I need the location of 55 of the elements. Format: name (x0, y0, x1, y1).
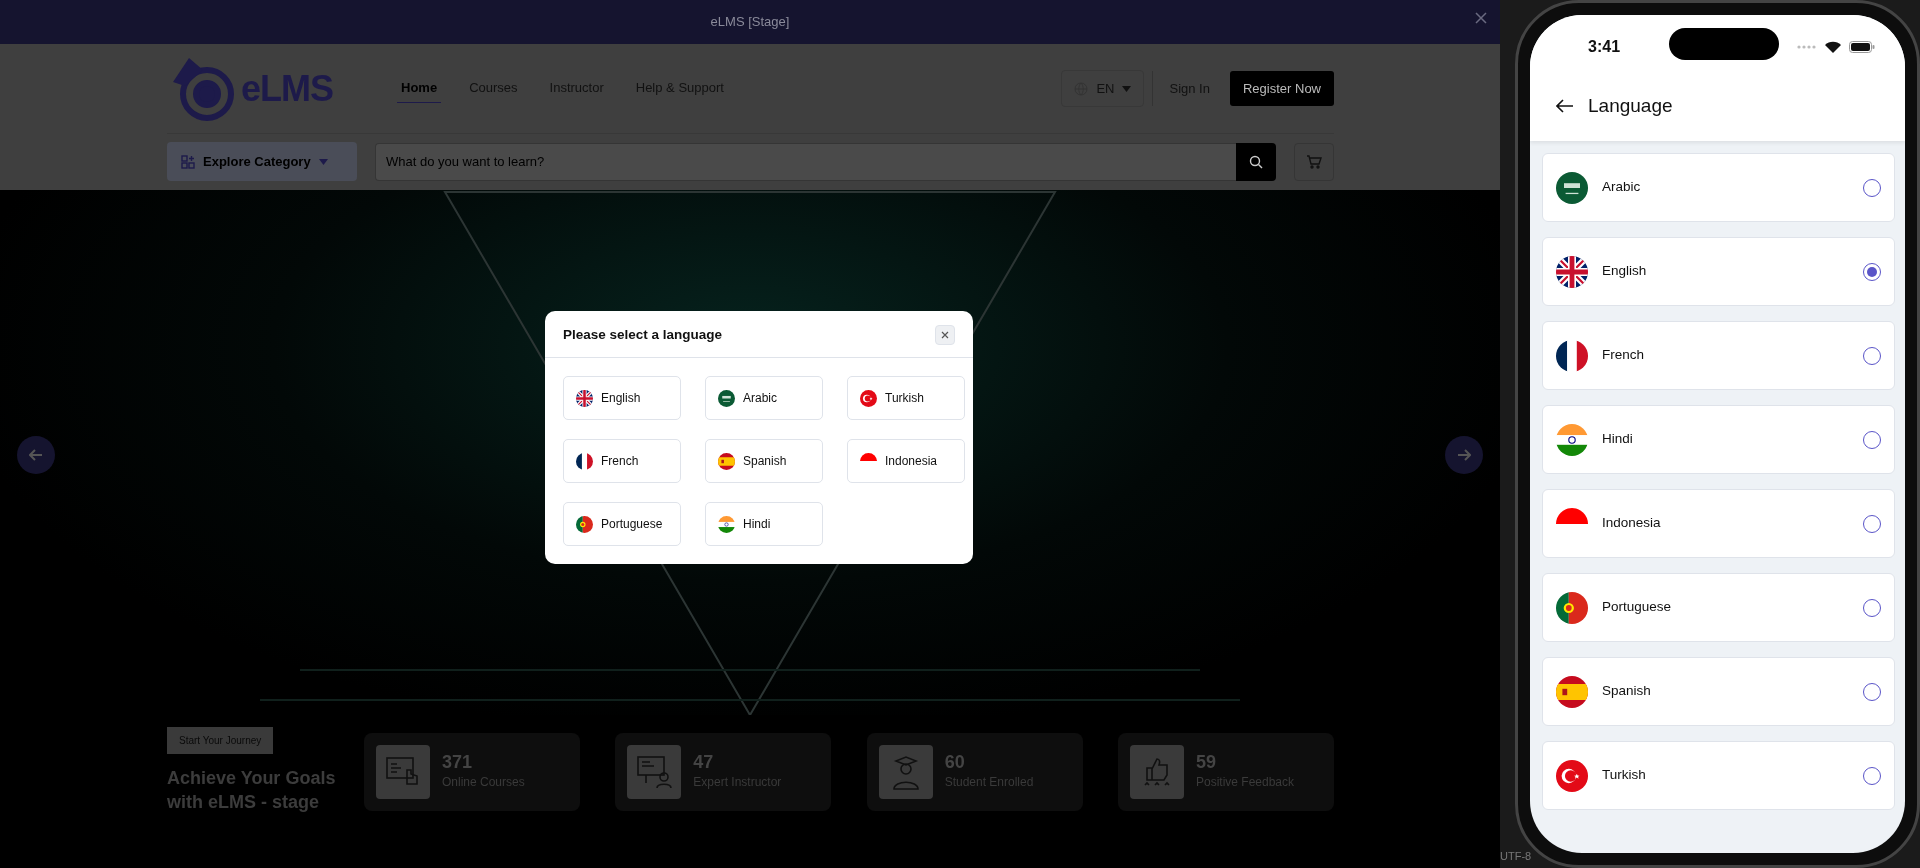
language-option[interactable]: Arabic (1542, 153, 1895, 222)
section-heading: Achieve Your Goals with eLMS - stage (167, 767, 337, 815)
grid-icon (181, 154, 195, 169)
language-option[interactable]: English (1542, 237, 1895, 306)
language-option[interactable]: Spanish (705, 439, 823, 484)
half-circle-flag-icon (860, 452, 877, 462)
language-option[interactable]: English (563, 376, 681, 421)
language-option[interactable]: Arabic (705, 376, 823, 421)
tricolor-flag-icon (576, 452, 593, 470)
language-option[interactable]: French (563, 439, 681, 484)
register-button[interactable]: Register Now (1229, 70, 1334, 107)
close-icon (1474, 11, 1488, 25)
language-option[interactable]: Indonesia (847, 439, 965, 484)
language-option[interactable]: Hindi (1542, 405, 1895, 474)
language-option[interactable]: Portuguese (1542, 573, 1895, 642)
language-option[interactable]: French (1542, 321, 1895, 390)
arrow-right-icon (1457, 448, 1471, 462)
language-option[interactable]: Indonesia (1542, 489, 1895, 558)
signal-dots-icon (1797, 45, 1817, 49)
crescent-star-flag-icon (860, 389, 877, 407)
crescent-star-flag-icon (1556, 759, 1588, 792)
search-field[interactable]: What do you want to learn? (375, 142, 1236, 181)
cart-icon (1306, 153, 1322, 170)
language-option[interactable]: Turkish (1542, 741, 1895, 810)
flag-icon (1556, 591, 1588, 624)
tricolor-flag-icon (718, 515, 735, 533)
back-arrow-icon[interactable] (1556, 99, 1574, 113)
battery-icon (1849, 41, 1875, 53)
flag-icon (1556, 171, 1588, 204)
union-jack-flag-icon (576, 389, 593, 407)
tricolor-flag-icon (1556, 423, 1588, 456)
tricolor-flag-icon (1556, 339, 1588, 372)
flag-icon (718, 389, 735, 407)
flag-icon (576, 515, 593, 533)
striped-flag-icon (1556, 675, 1588, 708)
close-button[interactable] (1474, 11, 1488, 25)
close-icon (941, 331, 949, 340)
arrow-left-icon (29, 448, 43, 462)
language-option[interactable]: Hindi (705, 502, 823, 547)
search-icon (1249, 154, 1263, 169)
encoding-label: UTF-8 (1500, 848, 1532, 864)
caret-icon (1122, 85, 1132, 92)
wifi-icon (1825, 41, 1841, 53)
language-option[interactable]: Spanish (1542, 657, 1895, 726)
language-option[interactable]: Turkish (847, 376, 965, 421)
banner-title: eLMS [Stage] (710, 13, 790, 32)
union-jack-flag-icon (1556, 255, 1588, 288)
caret-icon (318, 158, 328, 165)
status-time: 3:41 (1588, 37, 1621, 57)
search-button[interactable] (1236, 142, 1276, 181)
language-option[interactable]: Portuguese (563, 502, 681, 547)
half-circle-flag-icon (1556, 507, 1588, 524)
dialog-title: Please select a language (563, 326, 723, 344)
screen-title: Language (1588, 93, 1673, 118)
striped-flag-icon (718, 452, 735, 470)
